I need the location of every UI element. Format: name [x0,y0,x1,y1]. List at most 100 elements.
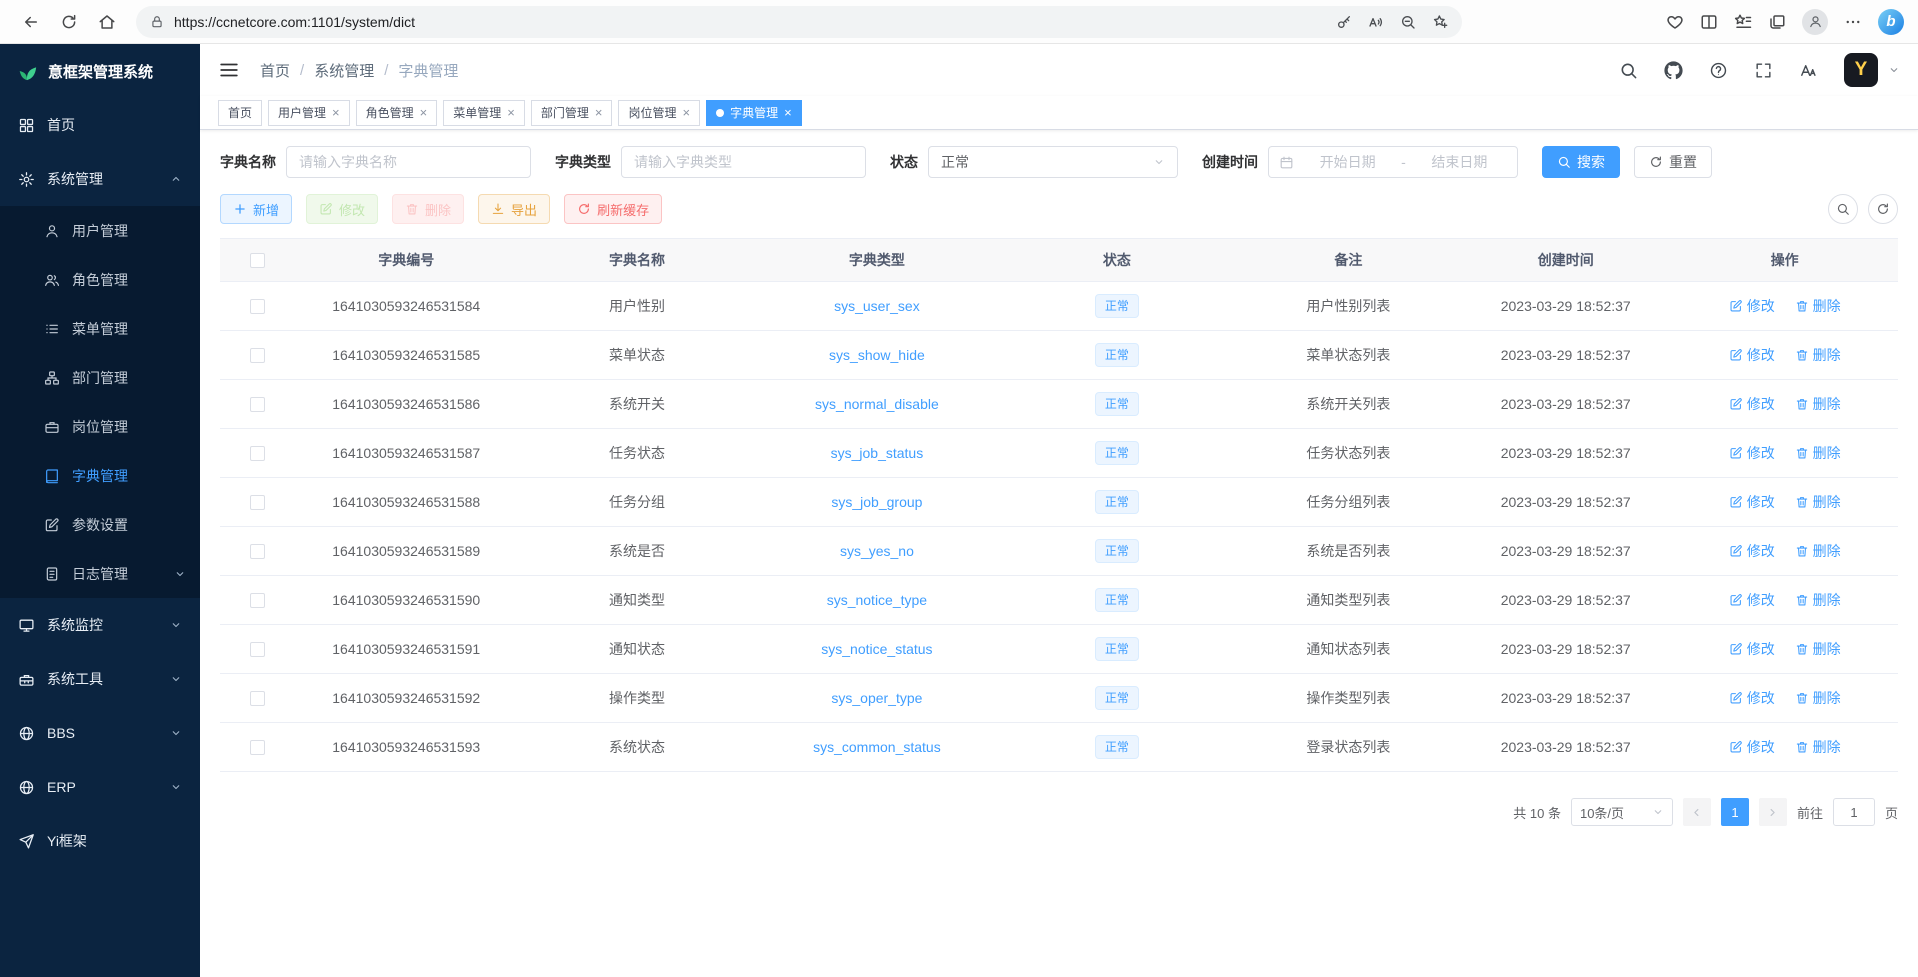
row-checkbox[interactable] [250,348,265,363]
refresh-cache-button[interactable]: 刷新缓存 [564,194,662,224]
dict-type-link[interactable]: sys_yes_no [840,543,914,559]
address-bar[interactable]: https://ccnetcore.com:1101/system/dict [136,6,1462,38]
export-button[interactable]: 导出 [478,194,550,224]
sidebar-item-home[interactable]: 首页 [0,98,200,152]
fullscreen-icon[interactable] [1754,61,1773,80]
collections-icon[interactable] [1768,13,1786,31]
row-checkbox[interactable] [250,642,265,657]
tab-role-mgmt[interactable]: 角色管理× [356,100,438,126]
row-checkbox[interactable] [250,740,265,755]
end-date-placeholder[interactable]: 结束日期 [1412,152,1507,172]
row-edit-button[interactable]: 修改 [1729,492,1775,512]
dict-type-link[interactable]: sys_user_sex [834,298,920,314]
url-text[interactable]: https://ccnetcore.com:1101/system/dict [174,14,1326,30]
dict-type-link[interactable]: sys_notice_status [821,641,932,657]
row-delete-button[interactable]: 删除 [1795,345,1841,365]
row-edit-button[interactable]: 修改 [1729,296,1775,316]
tab-close-icon[interactable]: × [507,106,515,119]
row-checkbox[interactable] [250,544,265,559]
page-size-select[interactable]: 10条/页 [1571,798,1673,826]
browser-refresh-button[interactable] [52,5,86,39]
row-edit-button[interactable]: 修改 [1729,345,1775,365]
sidebar-item-monitor[interactable]: 系统监控 [0,598,200,652]
row-edit-button[interactable]: 修改 [1729,688,1775,708]
tab-post-mgmt[interactable]: 岗位管理× [618,100,700,126]
search-button[interactable]: 搜索 [1542,146,1620,178]
status-select[interactable]: 正常 [928,146,1178,178]
tab-dict-mgmt[interactable]: 字典管理× [706,100,802,126]
zoom-icon[interactable] [1400,14,1416,30]
row-edit-button[interactable]: 修改 [1729,394,1775,414]
search-icon[interactable] [1619,61,1638,80]
goto-page-input[interactable] [1833,798,1875,826]
row-checkbox[interactable] [250,593,265,608]
dict-type-link[interactable]: sys_show_hide [829,347,925,363]
split-screen-icon[interactable] [1700,13,1718,31]
font-size-icon[interactable] [1799,61,1818,80]
select-all-checkbox[interactable] [250,253,265,268]
dict-type-input[interactable] [621,146,866,178]
edit-button[interactable]: 修改 [306,194,378,224]
tab-close-icon[interactable]: × [784,106,792,119]
row-delete-button[interactable]: 删除 [1795,296,1841,316]
sidebar-item-log-mgmt[interactable]: 日志管理 [0,549,200,598]
password-key-icon[interactable] [1336,14,1352,30]
dict-type-link[interactable]: sys_notice_type [827,592,927,608]
start-date-placeholder[interactable]: 开始日期 [1300,152,1395,172]
sidebar-item-dict-mgmt[interactable]: 字典管理 [0,451,200,500]
add-button[interactable]: 新增 [220,194,292,224]
row-delete-button[interactable]: 删除 [1795,541,1841,561]
toggle-search-button[interactable] [1828,194,1858,224]
github-icon[interactable] [1664,61,1683,80]
refresh-table-button[interactable] [1868,194,1898,224]
sidebar-item-post-mgmt[interactable]: 岗位管理 [0,402,200,451]
tab-close-icon[interactable]: × [332,106,340,119]
add-favorite-icon[interactable] [1432,14,1448,30]
row-delete-button[interactable]: 删除 [1795,590,1841,610]
row-edit-button[interactable]: 修改 [1729,541,1775,561]
sidebar-item-menu-mgmt[interactable]: 菜单管理 [0,304,200,353]
prev-page-button[interactable] [1683,798,1711,826]
row-edit-button[interactable]: 修改 [1729,737,1775,757]
bing-sidebar-icon[interactable]: b [1878,9,1904,35]
favorites-icon[interactable] [1734,13,1752,31]
dict-type-link[interactable]: sys_job_status [831,445,924,461]
sidebar-item-dept-mgmt[interactable]: 部门管理 [0,353,200,402]
dict-type-link[interactable]: sys_job_group [831,494,922,510]
sidebar-item-param-settings[interactable]: 参数设置 [0,500,200,549]
row-checkbox[interactable] [250,299,265,314]
row-delete-button[interactable]: 删除 [1795,492,1841,512]
sidebar-item-user-mgmt[interactable]: 用户管理 [0,206,200,255]
row-edit-button[interactable]: 修改 [1729,590,1775,610]
read-aloud-icon[interactable] [1368,14,1384,30]
browser-home-button[interactable] [90,5,124,39]
dict-type-link[interactable]: sys_normal_disable [815,396,939,412]
browser-menu-icon[interactable] [1844,13,1862,31]
delete-button[interactable]: 删除 [392,194,464,224]
dict-type-link[interactable]: sys_oper_type [831,690,922,706]
app-logo[interactable]: 意框架管理系统 [0,44,200,98]
current-page-button[interactable]: 1 [1721,798,1749,826]
reset-button[interactable]: 重置 [1634,146,1712,178]
hamburger-icon[interactable] [218,59,240,81]
row-delete-button[interactable]: 删除 [1795,394,1841,414]
sidebar-item-role-mgmt[interactable]: 角色管理 [0,255,200,304]
row-delete-button[interactable]: 删除 [1795,737,1841,757]
row-delete-button[interactable]: 删除 [1795,688,1841,708]
row-checkbox[interactable] [250,446,265,461]
next-page-button[interactable] [1759,798,1787,826]
browser-profile-avatar[interactable] [1802,9,1828,35]
dict-type-link[interactable]: sys_common_status [813,739,941,755]
tab-dept-mgmt[interactable]: 部门管理× [531,100,613,126]
dict-name-input[interactable] [286,146,531,178]
row-checkbox[interactable] [250,397,265,412]
browser-back-button[interactable] [14,5,48,39]
row-delete-button[interactable]: 删除 [1795,443,1841,463]
row-checkbox[interactable] [250,691,265,706]
row-edit-button[interactable]: 修改 [1729,443,1775,463]
user-avatar[interactable]: Y [1844,53,1878,87]
tab-user-mgmt[interactable]: 用户管理× [268,100,350,126]
help-icon[interactable] [1709,61,1728,80]
browser-essentials-icon[interactable] [1666,13,1684,31]
sidebar-item-tools[interactable]: 系统工具 [0,652,200,706]
